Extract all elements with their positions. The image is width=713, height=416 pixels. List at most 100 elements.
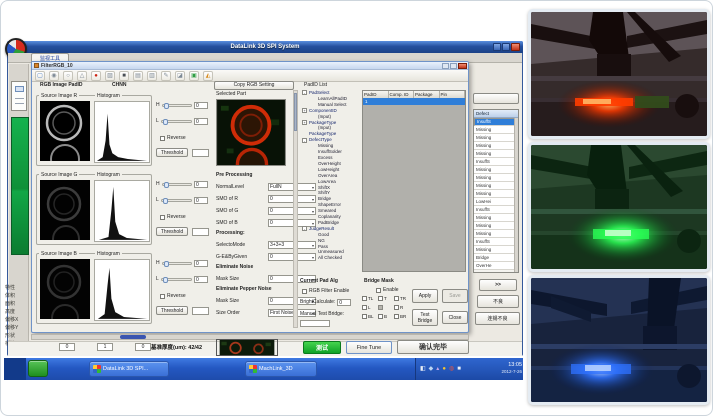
new-icon[interactable]: ▢ (35, 71, 45, 81)
bright-calculate-input[interactable] (337, 299, 351, 306)
tree-expand-icon[interactable] (311, 150, 316, 155)
threshold-input-r[interactable] (192, 149, 209, 157)
left-slider-control[interactable] (11, 81, 27, 111)
tree-expand-icon[interactable]: + (302, 120, 307, 125)
defect-row[interactable]: Missing (474, 174, 516, 182)
save-button[interactable]: Save (442, 289, 468, 303)
defect-row[interactable]: InsuffS (474, 118, 516, 126)
status-field[interactable]: 0 (135, 343, 151, 351)
h-slider-g[interactable] (162, 183, 192, 186)
defect-bridge-ng-button[interactable]: 连锡不良 (475, 312, 520, 325)
main-titlebar[interactable]: DataLink 3D SPI System (7, 41, 523, 53)
reverse-checkbox-g[interactable] (160, 215, 165, 220)
reverse-checkbox-b[interactable] (160, 294, 165, 299)
defect-row[interactable]: Bridge (474, 254, 516, 262)
bridge-mask-cell[interactable]: B (378, 314, 394, 319)
bridge-mask-checkbox[interactable] (394, 314, 399, 319)
tree-expand-icon[interactable] (311, 173, 316, 178)
defect-row[interactable]: InsuffS (474, 206, 516, 214)
grid-icon[interactable]: ▨ (105, 71, 115, 81)
tree-expand-icon[interactable] (311, 203, 316, 208)
defect-row[interactable]: Missing (474, 134, 516, 142)
tree-expand-icon[interactable] (311, 114, 316, 119)
l-input-r[interactable] (194, 118, 208, 125)
tree-expand-icon[interactable] (311, 244, 316, 249)
main-maximize-button[interactable] (502, 43, 510, 51)
threshold-input-g[interactable] (192, 228, 209, 236)
defect-table-header[interactable]: Defect (474, 110, 518, 118)
defect-row[interactable]: Missing (474, 222, 516, 230)
l-slider-r[interactable] (161, 120, 192, 123)
start-button[interactable] (28, 360, 48, 377)
tree-expand-icon[interactable] (311, 161, 316, 166)
threshold-button-g[interactable]: Threshold (156, 227, 188, 236)
defect-row[interactable]: Missing (474, 182, 516, 190)
left-slider-thumb[interactable] (15, 86, 24, 92)
draw-icon[interactable]: ✎ (161, 71, 171, 81)
tree-expand-icon[interactable] (311, 191, 316, 196)
dialog-close-button[interactable] (458, 63, 467, 69)
record-icon[interactable]: ● (91, 71, 101, 81)
tree-expand-icon[interactable]: - (302, 226, 307, 231)
mask-icon[interactable]: ◪ (175, 71, 185, 81)
bridge-mask-cell[interactable]: TL (362, 296, 378, 301)
tree-expand-icon[interactable] (311, 126, 316, 131)
taskbar-app-datalink[interactable]: DataLink 3D SPI... (89, 361, 169, 377)
alert-icon[interactable]: ● (442, 365, 446, 373)
antivirus-icon[interactable]: ◍ (449, 365, 454, 373)
bridge-mask-checkbox[interactable] (378, 305, 383, 310)
bridge-mask-cell[interactable]: TR (394, 296, 410, 301)
tree-expand-icon[interactable] (311, 179, 316, 184)
status-field[interactable]: 0 (59, 343, 75, 351)
tree-expand-icon[interactable] (311, 144, 316, 149)
dialog-minimize-button[interactable] (442, 63, 449, 69)
threshold-button-b[interactable]: Threshold (156, 306, 188, 315)
tree-expand-icon[interactable]: - (302, 90, 307, 95)
apply-button[interactable]: Apply (412, 289, 438, 303)
tree-expand-icon[interactable] (302, 132, 307, 137)
usb-icon[interactable]: ▴ (436, 365, 439, 373)
tree-expand-icon[interactable] (311, 185, 316, 190)
defect-row[interactable]: Missing (474, 246, 516, 254)
fine-tune-button[interactable]: Fine Tune (346, 341, 392, 354)
h-input-b[interactable] (194, 260, 208, 267)
network-icon[interactable]: ◧ (420, 365, 426, 373)
tree-expand-icon[interactable] (311, 214, 316, 219)
defect-more-button[interactable]: >> (479, 279, 517, 291)
tree-expand-icon[interactable]: - (302, 138, 307, 143)
bridge-mask-cell[interactable]: BL (362, 314, 378, 319)
pad-table-header-cell[interactable]: Package (414, 91, 440, 98)
tree-item[interactable]: All Checked (302, 255, 360, 261)
defect-row[interactable]: OverHe (474, 262, 516, 270)
tree-expand-icon[interactable] (311, 155, 316, 160)
open-icon[interactable]: ◉ (49, 71, 59, 81)
close-button[interactable]: Close (442, 311, 468, 324)
language-icon[interactable]: ■ (457, 365, 461, 373)
tree-expand-icon[interactable] (311, 250, 316, 255)
defect-ng-button[interactable]: 不良 (477, 295, 519, 308)
dialog-scrollbar[interactable] (293, 90, 298, 328)
h-input-r[interactable] (194, 102, 208, 109)
rows-icon[interactable]: ▤ (133, 71, 143, 81)
tree-expand-icon[interactable] (311, 209, 316, 214)
bridge-mask-checkbox[interactable] (378, 296, 383, 301)
l-input-g[interactable] (194, 197, 208, 204)
bridge-mask-checkbox[interactable] (362, 314, 367, 319)
main-close-button[interactable] (511, 43, 520, 51)
tree-expand-icon[interactable] (311, 96, 316, 101)
defect-row[interactable]: InsuffS (474, 238, 516, 246)
tree-expand-icon[interactable] (311, 220, 316, 225)
main-minimize-button[interactable] (493, 43, 501, 51)
bridge-mask-cell[interactable] (378, 305, 394, 310)
tree-expand-icon[interactable] (311, 256, 316, 261)
horizontal-scrollbar-thumb[interactable] (120, 335, 146, 339)
threshold-input-b[interactable] (192, 307, 209, 315)
h-slider-r[interactable] (162, 104, 192, 107)
bridge-mask-checkbox[interactable] (394, 296, 399, 301)
pad-table-selected-row[interactable]: 1 (363, 98, 465, 105)
bridge-mask-checkbox[interactable] (394, 305, 399, 310)
tree-expand-icon[interactable] (311, 238, 316, 243)
bridge-mask-cell[interactable]: BR (394, 314, 410, 319)
reverse-checkbox-r[interactable] (160, 136, 165, 141)
bridge-mask-enable-checkbox[interactable] (376, 288, 381, 293)
